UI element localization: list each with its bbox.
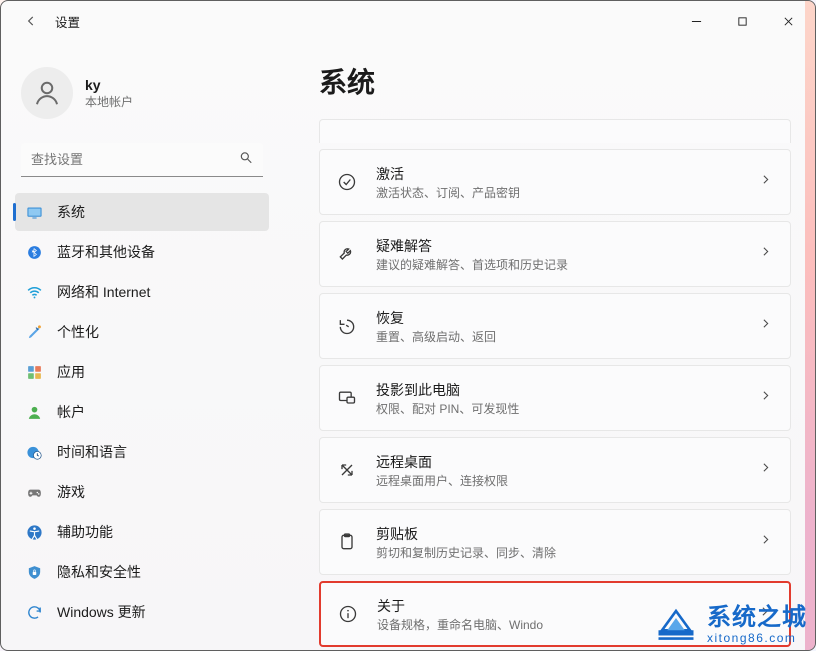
- sidebar-item-network[interactable]: 网络和 Internet: [15, 273, 269, 311]
- chevron-right-icon: [759, 317, 772, 335]
- tile-subtitle: 远程桌面用户、连接权限: [376, 472, 741, 489]
- tile-subtitle: 激活状态、订阅、产品密钥: [376, 184, 741, 201]
- sidebar-item-label: 游戏: [57, 482, 85, 502]
- sidebar-item-time[interactable]: 时间和语言: [15, 433, 269, 471]
- tile-peek-previous[interactable]: [319, 119, 791, 143]
- sidebar-nav: 系统 蓝牙和其他设备 网络和 Internet: [7, 193, 277, 631]
- sidebar-item-gaming[interactable]: 游戏: [15, 473, 269, 511]
- remote-desktop-icon: [336, 459, 358, 481]
- sidebar-item-label: 蓝牙和其他设备: [57, 242, 155, 262]
- gamepad-icon: [25, 483, 43, 501]
- wrench-icon: [336, 243, 358, 265]
- maximize-button[interactable]: [719, 5, 765, 37]
- tile-projecting[interactable]: 投影到此电脑 权限、配对 PIN、可发现性: [319, 365, 791, 431]
- tile-clipboard[interactable]: 剪贴板 剪切和复制历史记录、同步、清除: [319, 509, 791, 575]
- shield-icon: [25, 563, 43, 581]
- tile-title: 投影到此电脑: [376, 380, 741, 400]
- apps-icon: [25, 363, 43, 381]
- chevron-right-icon: [759, 173, 772, 191]
- sidebar-item-accounts[interactable]: 帐户: [15, 393, 269, 431]
- tile-title: 远程桌面: [376, 452, 741, 472]
- tile-title: 恢复: [376, 308, 741, 328]
- tile-subtitle: 权限、配对 PIN、可发现性: [376, 400, 741, 417]
- check-circle-icon: [336, 171, 358, 193]
- chevron-right-icon: [759, 245, 772, 263]
- sidebar-item-label: 隐私和安全性: [57, 562, 141, 582]
- person-icon: [25, 403, 43, 421]
- app-title: 设置: [55, 12, 80, 31]
- sidebar-item-label: 辅助功能: [57, 522, 113, 542]
- sidebar-item-update[interactable]: Windows 更新: [15, 593, 269, 631]
- recovery-icon: [336, 315, 358, 337]
- wifi-icon: [25, 283, 43, 301]
- paintbrush-icon: [25, 323, 43, 341]
- search-container: [21, 143, 263, 177]
- tile-activation[interactable]: 激活 激活状态、订阅、产品密钥: [319, 149, 791, 215]
- tile-subtitle: 剪切和复制历史记录、同步、清除: [376, 544, 741, 561]
- watermark-logo-icon: [655, 604, 697, 646]
- tile-title: 激活: [376, 164, 741, 184]
- system-icon: [25, 203, 43, 221]
- sidebar-item-label: 系统: [57, 202, 85, 222]
- tile-title: 疑难解答: [376, 236, 741, 256]
- projecting-icon: [336, 387, 358, 409]
- main-pane: 系统 激活 激活状态、订阅、产品密钥: [283, 41, 815, 650]
- watermark-title: 系统之城: [707, 606, 807, 630]
- sidebar-item-label: 网络和 Internet: [57, 282, 150, 302]
- sidebar-item-system[interactable]: 系统: [15, 193, 269, 231]
- profile-name: ky: [85, 77, 133, 93]
- minimize-button[interactable]: [673, 5, 719, 37]
- chevron-right-icon: [759, 461, 772, 479]
- clipboard-icon: [336, 531, 358, 553]
- search-input[interactable]: [21, 143, 263, 177]
- accessibility-icon: [25, 523, 43, 541]
- tile-troubleshoot[interactable]: 疑难解答 建议的疑难解答、首选项和历史记录: [319, 221, 791, 287]
- profile-subtitle: 本地帐户: [85, 93, 133, 110]
- window-controls: [673, 5, 811, 37]
- tile-subtitle: 建议的疑难解答、首选项和历史记录: [376, 256, 741, 273]
- globe-clock-icon: [25, 443, 43, 461]
- search-icon: [239, 151, 253, 170]
- bluetooth-icon: [25, 243, 43, 261]
- info-icon: [337, 603, 359, 625]
- back-button[interactable]: [21, 11, 41, 31]
- tile-title: 剪贴板: [376, 524, 741, 544]
- sidebar-item-label: 应用: [57, 362, 85, 382]
- tile-remote[interactable]: 远程桌面 远程桌面用户、连接权限: [319, 437, 791, 503]
- avatar-icon: [21, 67, 73, 119]
- sidebar: ky 本地帐户 系统: [1, 41, 283, 650]
- profile-block[interactable]: ky 本地帐户: [7, 67, 277, 131]
- sidebar-item-privacy[interactable]: 隐私和安全性: [15, 553, 269, 591]
- chevron-right-icon: [759, 389, 772, 407]
- tile-subtitle: 重置、高级启动、返回: [376, 328, 741, 345]
- sidebar-item-label: 帐户: [57, 402, 85, 422]
- sidebar-item-label: Windows 更新: [57, 602, 146, 622]
- sidebar-item-label: 个性化: [57, 322, 99, 342]
- settings-tiles: 激活 激活状态、订阅、产品密钥 疑难解答 建议的疑难解答、首选项和历史记录: [319, 119, 791, 647]
- sidebar-item-label: 时间和语言: [57, 442, 127, 462]
- page-title: 系统: [319, 61, 791, 101]
- watermark: 系统之城 xitong86.com: [655, 604, 807, 646]
- sidebar-item-personalize[interactable]: 个性化: [15, 313, 269, 351]
- chevron-right-icon: [759, 533, 772, 551]
- titlebar: 设置: [1, 1, 815, 41]
- sidebar-item-bluetooth[interactable]: 蓝牙和其他设备: [15, 233, 269, 271]
- watermark-subtitle: xitong86.com: [707, 632, 807, 644]
- update-icon: [25, 603, 43, 621]
- tile-recovery[interactable]: 恢复 重置、高级启动、返回: [319, 293, 791, 359]
- settings-window: 设置 ky 本地帐户: [0, 0, 816, 651]
- sidebar-item-apps[interactable]: 应用: [15, 353, 269, 391]
- sidebar-item-accessibility[interactable]: 辅助功能: [15, 513, 269, 551]
